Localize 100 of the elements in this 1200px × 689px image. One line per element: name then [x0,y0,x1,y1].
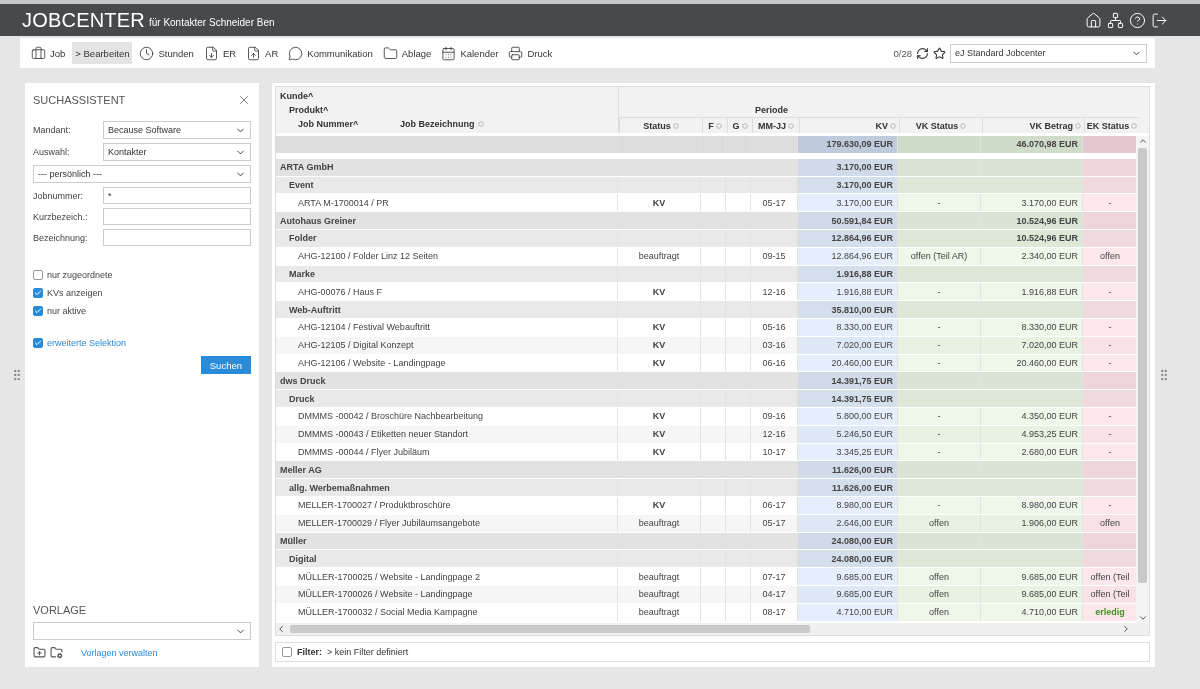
view-select[interactable]: eJ Standard Jobcenter [950,43,1147,63]
period-cell [751,390,798,407]
manage-templates-link[interactable]: Vorlagen verwalten [81,647,158,658]
checkbox[interactable] [33,270,43,280]
refresh-icon[interactable] [916,46,929,60]
period-cell [751,479,798,496]
sort-icon[interactable] [715,122,722,129]
kv-cell: 24.080,00 EUR [798,550,898,568]
hierarchy-icon[interactable] [1107,11,1124,29]
ek-status-cell: offen (Teil [1083,568,1136,585]
checkbox[interactable] [282,647,292,657]
period-cell [751,158,798,176]
f-cell [701,479,726,496]
column-header[interactable]: G [727,117,752,133]
folder-settings-icon[interactable] [50,646,63,659]
home-icon[interactable] [1085,11,1102,29]
checkbox[interactable] [33,306,43,316]
column-caption: Periode [754,104,789,117]
sort-icon[interactable] [890,122,896,129]
column-header[interactable]: Produkt^ [280,103,614,117]
kv-cell: 1.916,88 EUR [798,283,898,301]
toolbar-item[interactable]: Kommunikation [285,42,376,64]
toolbar-item[interactable]: Job [28,42,69,64]
kv-cell: 11.626,00 EUR [798,461,898,479]
input-field[interactable]: * [103,187,251,204]
kv-cell: 50.591,84 EUR [798,212,898,229]
select-field[interactable]: Kontakter [103,143,251,161]
sort-icon[interactable] [788,122,794,129]
sort-icon[interactable] [741,122,748,129]
kv-cell: 9.685,00 EUR [798,568,898,585]
ek-status-cell [1083,212,1136,229]
column-header[interactable]: Kunde^ [280,89,614,103]
scroll-up-icon[interactable] [1137,136,1148,146]
sort-icon[interactable] [960,122,967,129]
toolbar-item[interactable]: Kalender [438,42,502,64]
column-header[interactable]: MM-JJ [752,117,799,133]
period-cell [751,212,798,229]
folder-add-icon[interactable] [33,646,46,659]
ek-status-cell: - [1083,194,1136,212]
vk-amount-cell: 9.685,00 EUR [981,568,1083,585]
checkbox[interactable] [33,288,43,298]
g-cell [726,390,751,407]
clock-icon [139,45,155,61]
section-title: VORLAGE [33,604,88,616]
toolbar-item[interactable]: Druck [505,42,556,64]
period-cell [751,301,798,318]
printer-icon [508,45,524,61]
column-header[interactable]: F [702,117,727,133]
sort-icon[interactable] [1075,122,1081,129]
column-header[interactable]: VK Betrag [982,117,1084,133]
field-label: Auswahl: [33,147,71,157]
horizontal-scrollbar[interactable] [276,623,1149,635]
sort-icon[interactable] [477,121,484,127]
sort-icon[interactable] [1131,122,1138,129]
input-field[interactable] [103,208,251,225]
kv-cell: 3.170,00 EUR [798,158,898,176]
toolbar-item[interactable]: ER [200,42,240,64]
f-cell [701,390,726,407]
g-cell [726,479,751,496]
sort-icon[interactable] [672,122,679,129]
logout-icon[interactable] [1151,11,1168,29]
scrollbar-thumb[interactable] [290,625,810,633]
select-field[interactable]: --- persönlich --- [33,165,251,183]
help-icon[interactable] [1129,11,1146,29]
select-field[interactable]: Because Software [103,121,251,139]
toolbar-item[interactable]: Stunden [136,42,197,64]
template-select[interactable] [33,622,251,640]
field-label: Bezeichnung: [33,232,89,243]
vk-status-cell: - [898,283,981,301]
toolbar-item[interactable]: > Bearbeiten [72,42,133,64]
column-header[interactable]: Job Bezeichnung [400,117,484,131]
filter-label: Filter: [297,647,322,657]
checkbox-label[interactable]: erweiterte Selektion [47,338,127,348]
vertical-scrollbar[interactable] [1136,136,1149,623]
scroll-down-icon[interactable] [1137,613,1148,623]
speech-bubble-icon [288,45,304,61]
scroll-left-icon[interactable] [276,624,286,634]
group-cell: Meller AG [276,461,618,479]
field-label: Kurzbezeich.: [33,211,89,222]
ek-status-cell [1083,372,1136,390]
close-icon[interactable] [237,93,251,107]
star-icon[interactable] [933,46,946,60]
column-header[interactable]: KV [799,117,899,133]
toolbar-item[interactable]: Ablage [379,42,435,64]
column-header[interactable]: Status [619,117,702,133]
ek-status-cell: - [1083,283,1136,301]
vk-amount-cell: 1.916,88 EUR [981,283,1083,301]
kv-cell: 14.391,75 EUR [798,372,898,390]
input-field[interactable] [103,229,251,246]
toolbar-item[interactable]: AR [243,42,282,64]
scrollbar-thumb[interactable] [1138,148,1147,583]
scroll-right-icon[interactable] [1121,624,1131,634]
period-cell [751,461,798,479]
column-header[interactable]: EK Status [1084,117,1139,133]
search-button[interactable]: Suchen [200,356,251,374]
field-label: Mandant: [33,125,72,135]
column-header[interactable]: Job Nummer^ [280,117,400,131]
checkbox[interactable] [33,338,43,348]
column-header[interactable]: VK Status [899,117,982,133]
g-cell [726,301,751,318]
